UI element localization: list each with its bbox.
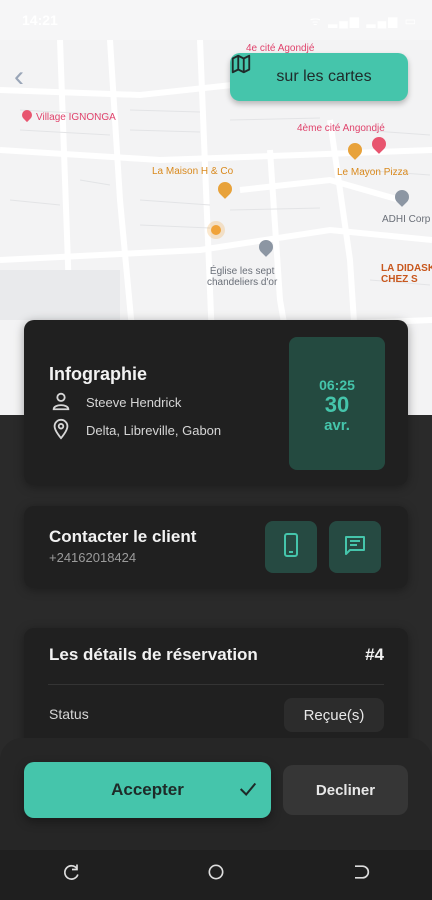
client-name: Steeve Hendrick xyxy=(86,395,182,410)
user-icon xyxy=(50,390,72,415)
booking-month: avr. xyxy=(324,417,350,434)
recent-apps-icon[interactable] xyxy=(62,862,82,888)
back-arrow-icon[interactable]: ‹ xyxy=(14,60,24,94)
details-title: Les détails de réservation xyxy=(49,645,258,664)
map-label: ADHI Corp xyxy=(382,214,431,225)
system-nav-bar xyxy=(0,850,432,900)
contact-card: Contacter le client +24162018424 xyxy=(24,506,408,588)
back-icon[interactable] xyxy=(350,862,370,888)
status-label: Status xyxy=(49,706,89,722)
message-button[interactable] xyxy=(329,521,381,573)
status-bar: 14:21 ᯤ ▂▄▆ ▂▄▆ ▭ xyxy=(0,0,432,40)
call-button[interactable] xyxy=(265,521,317,573)
client-location: Delta, Libreville, Gabon xyxy=(86,423,222,438)
home-icon[interactable] xyxy=(206,862,226,888)
accept-button[interactable]: Accepter xyxy=(24,762,271,818)
divider xyxy=(48,684,384,685)
map-label: Village IGNONGA xyxy=(19,107,116,123)
map-label: La Maison H & Co xyxy=(152,166,234,177)
service-title: Infographie xyxy=(49,364,147,384)
phone-icon xyxy=(280,532,302,563)
contact-title: Contacter le client xyxy=(49,527,197,546)
map-label: Église les sept chandeliers d'or xyxy=(207,266,278,288)
location-dot-icon xyxy=(211,225,221,235)
map-label: Le Mayon Pizza xyxy=(337,167,409,178)
map-pin-icon xyxy=(19,107,35,123)
map-label: 4ème cité Angondjé xyxy=(297,123,385,134)
status-time: 14:21 xyxy=(22,12,58,28)
booking-day: 30 xyxy=(324,392,350,417)
decline-button[interactable]: Decliner xyxy=(283,765,408,815)
open-maps-label: sur les cartes xyxy=(276,68,372,85)
booking-summary-card: Infographie Steeve Hendrick Delta, Libre… xyxy=(24,320,408,485)
status-icons: ᯤ ▂▄▆ ▂▄▆ ▭ xyxy=(309,14,418,28)
booking-time: 06:25 xyxy=(319,377,355,393)
map-label: LA DIDASK CHEZ S xyxy=(381,263,432,285)
decline-label: Decliner xyxy=(315,781,376,799)
status-badge: Reçue(s) xyxy=(284,698,384,732)
booking-date-box: 06:25 30 avr. xyxy=(289,337,385,470)
client-phone: +24162018424 xyxy=(49,550,137,565)
action-sheet: Accepter Decliner xyxy=(0,738,432,850)
check-icon xyxy=(237,778,259,805)
message-icon xyxy=(343,533,367,562)
location-icon xyxy=(50,418,72,443)
accept-label: Accepter xyxy=(111,780,184,799)
open-maps-button[interactable]: sur les cartes xyxy=(230,53,408,101)
booking-number: #4 xyxy=(365,645,384,664)
